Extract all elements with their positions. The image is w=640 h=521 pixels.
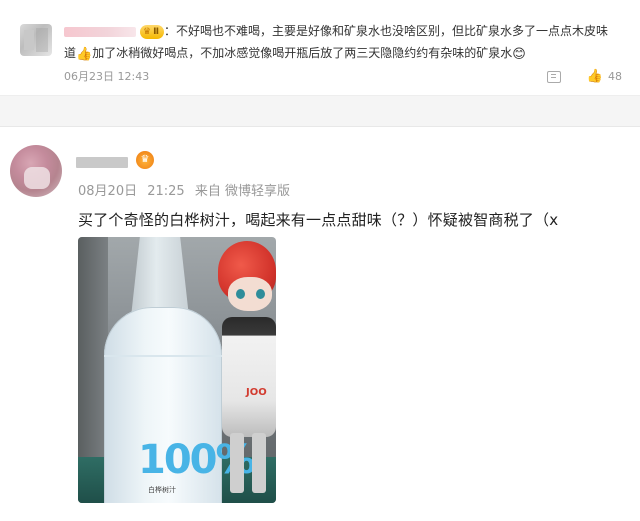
post-card: ♛ 08月20日 21:25 来自 微博轻享版 买了个奇怪的白桦树汁，喝起来有一… [0, 126, 640, 521]
vip-crown-icon: ♛ [136, 151, 154, 169]
figure-leg-right [252, 433, 266, 493]
figure-face [228, 277, 272, 311]
poster-name-redacted[interactable] [76, 157, 128, 168]
bottle-neck [131, 237, 189, 315]
figure-eye-left [236, 289, 245, 299]
comment-text-line-2b: 加了冰稍微好喝点，不加冰感觉像喝开瓶后放了两三天隐隐约约有杂味的矿泉水 [92, 46, 513, 60]
thumbs-up-icon: 👍 [586, 69, 603, 84]
thumbs-emoji-icon: 👍 [76, 47, 93, 62]
bottle-label-text: 白桦树汁 [148, 486, 176, 494]
comment-time: 12:43 [117, 70, 150, 83]
post-source[interactable]: 来自 微博轻享版 [195, 184, 290, 199]
comment-card: ♛ Ⅱ ：不好喝也不难喝，主要是好像和矿泉水也没啥区别，但比矿泉水多了一点点木皮味 … [0, 0, 640, 96]
comment-date: 06月23日 [64, 70, 114, 83]
figure-eye-right [256, 289, 265, 299]
liquid-line [104, 355, 222, 357]
member-badge[interactable]: ♛ Ⅱ [140, 24, 165, 39]
post-date: 08月20日 [78, 184, 138, 199]
figure-leg-left [230, 433, 244, 493]
poster-avatar[interactable] [10, 145, 62, 197]
comment-timestamp: 06月23日 12:43 [64, 68, 149, 84]
commenter-name-redacted[interactable] [64, 26, 136, 37]
crown-badge-icon: ♛ [143, 26, 152, 37]
comment-body: ♛ Ⅱ ：不好喝也不难喝，主要是好像和矿泉水也没啥区别，但比矿泉水多了一点点木皮味 … [64, 20, 624, 66]
comment-text-line-1: ：不好喝也不难喝，主要是好像和矿泉水也没啥区别，但比矿泉水多了一点点木皮味 [164, 24, 609, 38]
comment-line-2: 道👍加了冰稍微好喝点，不加冰感觉像喝开瓶后放了两三天隐隐约约有杂味的矿泉水😊 [64, 42, 624, 66]
like-count: 48 [608, 70, 622, 83]
section-divider [0, 96, 640, 126]
post-meta: 08月20日 21:25 来自 微博轻享版 [78, 180, 296, 199]
share-icon[interactable] [546, 70, 561, 83]
commenter-avatar[interactable] [20, 24, 52, 56]
post-time: 21:25 [147, 184, 185, 199]
smile-emoji-icon: 😊 [512, 47, 526, 62]
comment-text-line-2a: 道 [64, 46, 77, 60]
figure-shirt-text: JOO [246, 387, 267, 398]
comment-actions: 👍 48 [546, 70, 622, 83]
comment-line-1: ♛ Ⅱ ：不好喝也不难喝，主要是好像和矿泉水也没啥区别，但比矿泉水多了一点点木皮味 [64, 20, 624, 42]
like-button[interactable]: 👍 48 [587, 70, 622, 83]
post-photo[interactable]: 100% 白桦树汁 JOO [78, 237, 276, 503]
post-text: 买了个奇怪的白桦树汁，喝起来有一点点甜味（？）怀疑被智商税了（x [78, 211, 559, 229]
figure-body [222, 317, 276, 437]
